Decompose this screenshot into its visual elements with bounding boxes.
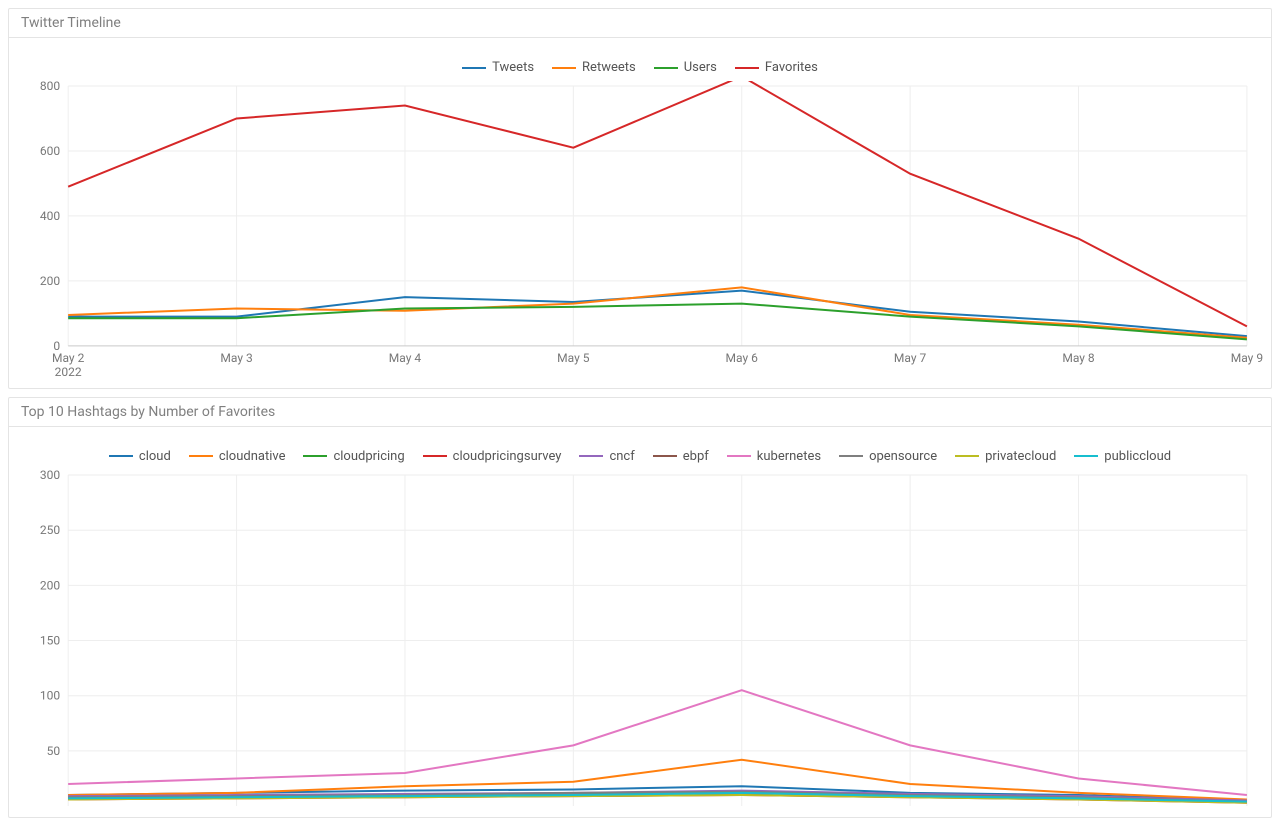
legend-swatch-icon xyxy=(1074,455,1098,457)
legend-swatch-icon xyxy=(727,455,751,457)
legend-timeline: Tweets Retweets Users Favorites xyxy=(13,44,1267,81)
legend-label: cloud xyxy=(139,449,171,464)
legend-label: privatecloud xyxy=(985,449,1056,464)
x-tick-label: May 9 xyxy=(1231,351,1263,365)
y-tick-label: 200 xyxy=(40,578,61,592)
legend-item-cloudpricing[interactable]: cloudpricing xyxy=(303,449,404,464)
legend-label: Users xyxy=(684,60,717,75)
legend-item-ebpf[interactable]: ebpf xyxy=(653,449,709,464)
panel-body-timeline: TweetsRetweetsUsersFavorites 02004006008… xyxy=(9,38,1271,388)
legend-swatch-icon xyxy=(955,455,979,457)
series-tweets xyxy=(68,291,1247,336)
x-tick-label: May 6 xyxy=(726,351,759,365)
legend-item-opensource[interactable]: opensource xyxy=(839,449,937,464)
chart-svg-timeline: 0200400600800May 2May 3May 4May 5May 6Ma… xyxy=(13,81,1267,382)
legend-label: Favorites xyxy=(765,60,818,75)
chart-svg-hashtags: 50 100 150 200 250 300 xyxy=(13,470,1267,811)
legend-swatch-icon xyxy=(303,455,327,457)
legend-item-users[interactable]: Users xyxy=(654,60,717,75)
legend-item-publiccloud[interactable]: publiccloud xyxy=(1074,449,1171,464)
x-tick-label: May 2 xyxy=(52,351,85,365)
legend-swatch-icon xyxy=(579,455,603,457)
legend-item-cloudnative[interactable]: cloudnative xyxy=(189,449,286,464)
x-tick-label: May 7 xyxy=(894,351,927,365)
legend-item-cncf[interactable]: cncf xyxy=(579,449,634,464)
legend-swatch-icon xyxy=(423,455,447,457)
x-tick-label: May 4 xyxy=(389,351,422,365)
legend-swatch-icon xyxy=(654,67,678,69)
x-tick-label: May 5 xyxy=(557,351,590,365)
x-tick-label: May 3 xyxy=(220,351,252,365)
legend-item-privatecloud[interactable]: privatecloud xyxy=(955,449,1056,464)
y-tick-label: 200 xyxy=(40,274,61,288)
panel-timeline: Twitter Timeline Tweets Retweets Users Favo… xyxy=(8,8,1272,389)
series-favorites xyxy=(68,81,1247,326)
legend-item-retweets[interactable]: Retweets xyxy=(552,60,636,75)
y-tick-label: 800 xyxy=(40,81,61,93)
legend-swatch-icon xyxy=(839,455,863,457)
legend-label: cloudnative xyxy=(219,449,286,464)
panel-title-hashtags: Top 10 Hashtags by Number of Favorites xyxy=(9,398,1271,427)
legend-item-favorites[interactable]: Favorites xyxy=(735,60,818,75)
series-retweets xyxy=(68,287,1247,337)
legend-item-cloud[interactable]: cloud xyxy=(109,449,171,464)
legend-swatch-icon xyxy=(653,455,677,457)
legend-swatch-icon xyxy=(462,67,486,69)
legend-label: cloudpricing xyxy=(333,449,404,464)
legend-label: kubernetes xyxy=(757,449,821,464)
chart-timeline: 0200400600800May 2May 3May 4May 5May 6Ma… xyxy=(13,81,1267,382)
y-tick-label: 50 xyxy=(47,744,61,758)
legend-label: opensource xyxy=(869,449,937,464)
legend-swatch-icon xyxy=(552,67,576,69)
legend-swatch-icon xyxy=(109,455,133,457)
y-tick-label: 150 xyxy=(40,634,61,648)
x-tick-label: May 8 xyxy=(1062,351,1095,365)
panel-hashtags: Top 10 Hashtags by Number of Favorites c… xyxy=(8,397,1272,818)
legend-label: Retweets xyxy=(582,60,636,75)
panel-title-timeline: Twitter Timeline xyxy=(9,9,1271,38)
legend-item-kubernetes[interactable]: kubernetes xyxy=(727,449,821,464)
panel-body-hashtags: cloud cloudnative cloudpricing cloudpricing… xyxy=(9,427,1271,817)
legend-item-tweets[interactable]: Tweets xyxy=(462,60,534,75)
y-tick-label: 100 xyxy=(40,689,61,703)
y-tick-label: 600 xyxy=(40,144,61,158)
legend-label: Tweets xyxy=(492,60,534,75)
legend-label: ebpf xyxy=(683,449,709,464)
legend-label: publiccloud xyxy=(1104,449,1171,464)
y-tick-label: 300 xyxy=(40,470,61,482)
y-tick-label: 400 xyxy=(40,209,61,223)
legend-item-cloudpricingsurvey[interactable]: cloudpricingsurvey xyxy=(423,449,562,464)
legend-label: cloudpricingsurvey xyxy=(453,449,562,464)
legend-label: cncf xyxy=(609,449,634,464)
legend-hashtags: cloud cloudnative cloudpricing cloudpricing… xyxy=(13,433,1267,470)
legend-swatch-icon xyxy=(189,455,213,457)
legend-swatch-icon xyxy=(735,67,759,69)
chart-hashtags: 50 100 150 200 250 300 xyxy=(13,470,1267,811)
x-tick-sublabel: 2022 xyxy=(55,365,82,379)
y-tick-label: 250 xyxy=(40,523,61,537)
series-kubernetes xyxy=(68,690,1247,795)
